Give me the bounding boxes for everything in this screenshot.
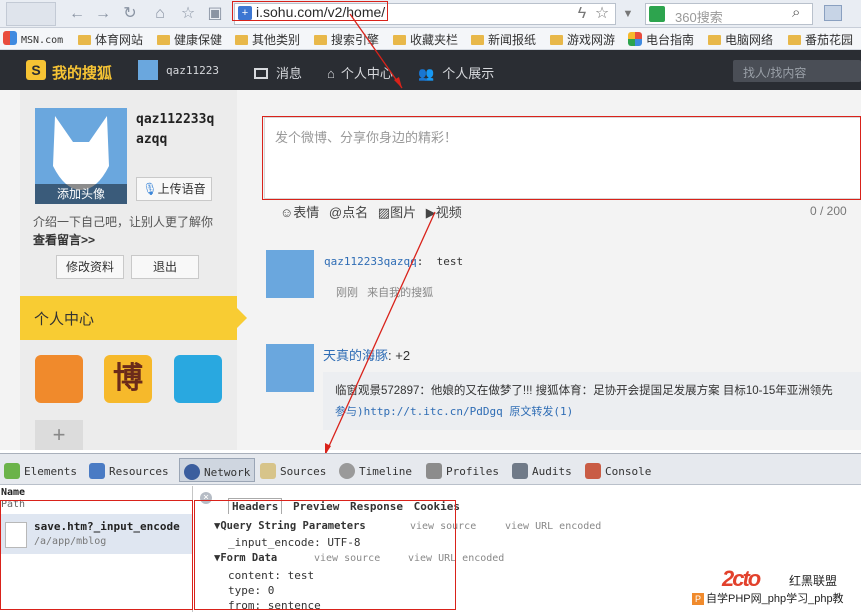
col-name-header[interactable]: Name [1,487,25,498]
devtools-tabbar: Elements Resources Network Sources Timel… [0,453,861,485]
elements-icon [4,463,20,479]
tab-sources[interactable]: Sources [260,463,326,479]
tab-elements[interactable]: Elements [4,463,77,479]
watermark-caption: P 自学PHP网_php学习_php教 [692,590,861,608]
tab-audits[interactable]: Audits [512,463,572,479]
profiles-icon [426,463,442,479]
watermark-logo-text: 红黑联盟 [789,574,838,588]
php-icon: P [692,593,704,605]
headers-highlight-box [194,500,456,610]
qs-view-url-encoded[interactable]: view URL encoded [505,521,601,532]
tab-network[interactable]: Network [179,458,256,482]
resources-icon [89,463,105,479]
network-icon [184,464,200,480]
tab-resources[interactable]: Resources [89,463,169,479]
console-icon [585,463,601,479]
watermark-logo: 2cto [722,566,761,591]
tab-profiles[interactable]: Profiles [426,463,499,479]
request-highlight-box [0,500,193,610]
sources-icon [260,463,276,479]
audits-icon [512,463,528,479]
tab-console[interactable]: Console [585,463,651,479]
timeline-icon [339,463,355,479]
tab-timeline[interactable]: Timeline [339,463,412,479]
